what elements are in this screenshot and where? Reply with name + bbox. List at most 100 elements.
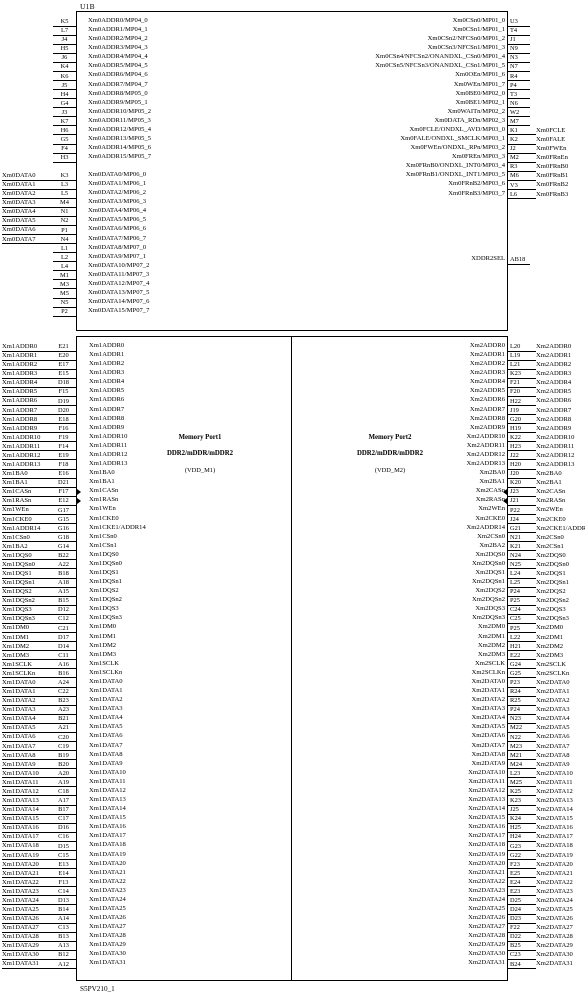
net-label[interactable]: Xm0FCLE bbox=[536, 126, 565, 135]
net-label[interactable]: Xm0FRnEn bbox=[536, 153, 568, 162]
net-label[interactable]: Xm2CKE0 bbox=[536, 515, 566, 524]
net-label[interactable]: Xm2DATA21 bbox=[536, 869, 573, 878]
net-label[interactable]: Xm2DATA23 bbox=[536, 887, 573, 896]
net-label[interactable]: Xm2CSn0 bbox=[536, 533, 564, 542]
net-label[interactable]: Xm2DM2 bbox=[536, 642, 563, 651]
net-label[interactable]: Xm2ADDR7 bbox=[536, 406, 571, 415]
net-label[interactable]: Xm2ADDR4 bbox=[536, 378, 571, 387]
net-label[interactable]: Xm2DATA29 bbox=[536, 941, 573, 950]
net-label[interactable]: Xm2DATA13 bbox=[536, 796, 573, 805]
net-label[interactable]: Xm2DATA18 bbox=[536, 841, 573, 850]
net-label[interactable]: Xm2DQSn2 bbox=[536, 596, 569, 605]
net-label[interactable]: Xm2DATA15 bbox=[536, 814, 573, 823]
net-label[interactable]: Xm2DQS0 bbox=[536, 551, 566, 560]
net-label[interactable]: Xm0FRnB0 bbox=[536, 162, 568, 171]
pin-name: Xm2DATA15 bbox=[468, 814, 505, 822]
net-label[interactable]: Xm0FALE bbox=[536, 135, 565, 144]
net-label[interactable]: Xm2ADDR10 bbox=[536, 433, 574, 442]
net-label[interactable]: Xm2DATA25 bbox=[536, 905, 573, 914]
pin-number: H23 bbox=[510, 442, 522, 450]
net-label[interactable]: Xm2BA1 bbox=[536, 478, 562, 487]
net-wire-line bbox=[534, 967, 536, 969]
net-wire bbox=[534, 941, 536, 951]
m2-ctrl-pin: H19 bbox=[508, 424, 534, 434]
net-label[interactable]: Xm2SCLKn bbox=[536, 669, 569, 678]
pin-name: Xm2DATA26 bbox=[468, 914, 505, 922]
net-label[interactable]: Xm2DATA20 bbox=[536, 860, 573, 869]
net-label[interactable]: Xm2DATA26 bbox=[536, 914, 573, 923]
pin-name: Xm0DATA11/MP07_3 bbox=[88, 270, 150, 278]
pin-number: M25 bbox=[510, 778, 523, 786]
net-label[interactable]: Xm2DATA27 bbox=[536, 923, 573, 932]
net-label[interactable]: Xm2DATA9 bbox=[536, 760, 570, 769]
net-label[interactable]: Xm2ADDR0 bbox=[536, 342, 571, 351]
net-label[interactable]: Xm2DQSn3 bbox=[536, 614, 569, 623]
net-label[interactable]: Xm2DATA10 bbox=[536, 769, 573, 778]
net-label[interactable]: Xm2DATA2 bbox=[536, 696, 570, 705]
net-label[interactable]: Xm2CASn bbox=[536, 487, 565, 496]
net-label[interactable]: Xm2DATA28 bbox=[536, 932, 573, 941]
net-wire bbox=[534, 714, 536, 724]
pin-number: N23 bbox=[510, 715, 522, 723]
net-label[interactable]: Xm2DQS1 bbox=[536, 569, 566, 578]
net-label[interactable]: Xm2ADDR6 bbox=[536, 396, 571, 405]
net-wire bbox=[534, 351, 536, 361]
pin-name: Xm2ADDR12 bbox=[466, 450, 505, 458]
net-label[interactable]: Xm2ADDR1 bbox=[536, 351, 571, 360]
net-label[interactable]: Xm2DATA3 bbox=[536, 705, 570, 714]
net-label[interactable]: Xm2ADDR13 bbox=[536, 460, 574, 469]
pin-wire bbox=[508, 198, 530, 200]
pin-name: Xm2ADDR8 bbox=[469, 414, 505, 422]
net-label[interactable]: Xm0FRnB2 bbox=[536, 180, 568, 189]
net-label[interactable]: Xm0FRnB1 bbox=[536, 171, 568, 180]
net-label[interactable]: Xm2DATA6 bbox=[536, 732, 570, 741]
net-label[interactable]: Xm2CKE1/ADDR14 bbox=[536, 524, 585, 533]
net-label[interactable]: Xm2ADDR8 bbox=[536, 415, 571, 424]
net-label[interactable]: Xm2DATA12 bbox=[536, 787, 573, 796]
pin-number: N24 bbox=[510, 551, 522, 559]
net-wire bbox=[534, 687, 536, 697]
m2-data-pin: P24 bbox=[508, 705, 534, 715]
net-label[interactable]: Xm2BA0 bbox=[536, 469, 562, 478]
pin-name: Xm2DQSn1 bbox=[472, 578, 505, 586]
net-label[interactable]: Xm2ADDR2 bbox=[536, 360, 571, 369]
net-label[interactable]: Xm2DM1 bbox=[536, 633, 563, 642]
m2-data-pin: F22 bbox=[508, 923, 534, 933]
net-label[interactable]: Xm2DATA8 bbox=[536, 751, 570, 760]
net-label[interactable]: Xm2DATA11 bbox=[536, 778, 573, 787]
net-label[interactable]: Xm2DQSn0 bbox=[536, 560, 569, 569]
pin-number: P22 bbox=[510, 506, 520, 514]
net-label[interactable]: Xm2SCLK bbox=[536, 660, 566, 669]
net-label[interactable]: Xm2ADDR5 bbox=[536, 387, 571, 396]
net-label[interactable]: Xm2WEn bbox=[536, 505, 563, 514]
net-label[interactable]: Xm2DATA7 bbox=[536, 742, 570, 751]
net-label[interactable]: Xm2DM3 bbox=[536, 651, 563, 660]
net-label[interactable]: Xm2DQSn1 bbox=[536, 578, 569, 587]
pin-name: Xm2ADDR4 bbox=[469, 378, 505, 386]
top-ctrl-pin: N3 bbox=[508, 53, 530, 63]
net-label[interactable]: Xm2RASn bbox=[536, 496, 565, 505]
net-label[interactable]: Xm2DM0 bbox=[536, 623, 563, 632]
net-label[interactable]: Xm2DQS3 bbox=[536, 605, 566, 614]
net-label[interactable]: Xm2CSn1 bbox=[536, 542, 564, 551]
net-label[interactable]: Xm0FWEn bbox=[536, 144, 566, 153]
net-label[interactable]: Xm2DATA0 bbox=[536, 678, 570, 687]
net-label[interactable]: Xm2DQS2 bbox=[536, 587, 566, 596]
net-label[interactable]: Xm2DATA31 bbox=[536, 959, 573, 968]
net-label[interactable]: Xm2DATA1 bbox=[536, 687, 570, 696]
net-label[interactable]: Xm2DATA14 bbox=[536, 805, 573, 814]
net-label[interactable]: Xm2ADDR3 bbox=[536, 369, 571, 378]
net-label[interactable]: Xm2DATA4 bbox=[536, 714, 570, 723]
pin-number: N1 bbox=[60, 208, 69, 216]
net-label[interactable]: Xm2DATA17 bbox=[536, 832, 573, 841]
net-label[interactable]: Xm2DATA30 bbox=[536, 950, 573, 959]
net-label[interactable]: Xm2ADDR12 bbox=[536, 451, 574, 460]
net-label[interactable]: Xm2DATA24 bbox=[536, 896, 573, 905]
net-label[interactable]: Xm2DATA5 bbox=[536, 723, 570, 732]
net-label[interactable]: Xm2DATA19 bbox=[536, 851, 573, 860]
net-label[interactable]: Xm0FRnB3 bbox=[536, 190, 568, 199]
net-label[interactable]: Xm2ADDR9 bbox=[536, 424, 571, 433]
net-label[interactable]: Xm2DATA22 bbox=[536, 878, 573, 887]
net-label[interactable]: Xm2DATA16 bbox=[536, 823, 573, 832]
net-label[interactable]: Xm2ADDR11 bbox=[536, 442, 574, 451]
